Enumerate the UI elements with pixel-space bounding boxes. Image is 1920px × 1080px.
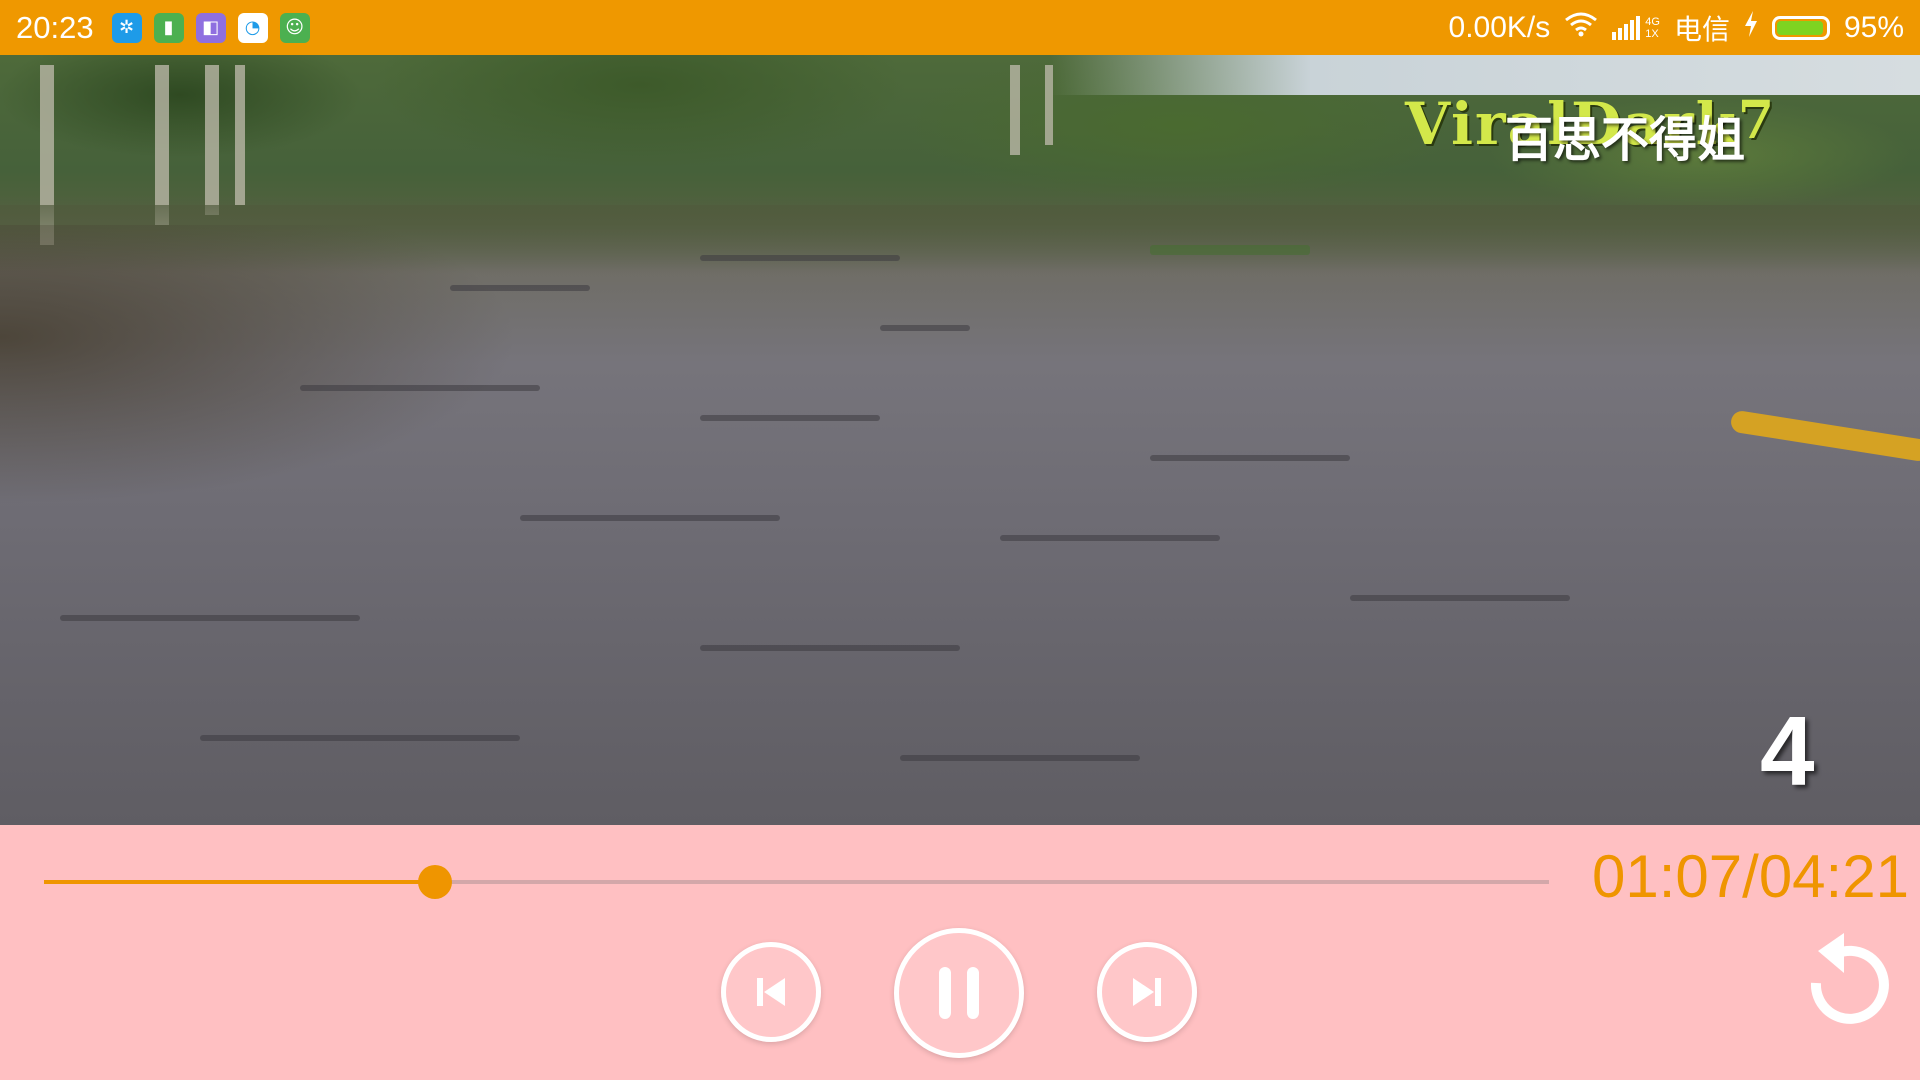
- video-player[interactable]: ViralDark7 百思不得姐 4: [0, 55, 1920, 825]
- episode-number: 4: [1760, 696, 1815, 806]
- sim-card-icon: ▮: [153, 12, 184, 43]
- pause-button[interactable]: [894, 928, 1024, 1058]
- status-bar-right: 0.00K/s 4G 1X 电信 95%: [1449, 8, 1904, 48]
- carrier-name: 电信: [1673, 12, 1730, 46]
- network-type-4g: 4G: [1645, 15, 1660, 28]
- time-display: 01:07/04:21: [1592, 843, 1909, 910]
- seek-progress: [44, 880, 436, 884]
- battery-level-fill: [1776, 20, 1823, 35]
- android-icon: ☺: [279, 12, 310, 43]
- purple-app-icon: ◧: [195, 12, 226, 43]
- floating-object: [1729, 409, 1920, 463]
- clock: 20:23: [16, 9, 94, 45]
- skip-next-icon: [1133, 978, 1161, 1006]
- network-type-1x: 1X: [1645, 27, 1659, 40]
- sync-app-icon: ◔: [237, 12, 268, 43]
- status-bar: 20:23 ✲ ▮ ◧ ◔ ☺ 0.00K/s 4G 1X 电信 95%: [0, 0, 1920, 55]
- network-speed: 0.00K/s: [1448, 10, 1551, 44]
- next-button[interactable]: [1097, 942, 1197, 1042]
- charging-icon: [1744, 11, 1758, 44]
- seek-thumb[interactable]: [418, 865, 453, 899]
- replay-icon: [1810, 933, 1889, 1024]
- playback-controls: 01:07/04:21: [0, 825, 1920, 1080]
- replay-button[interactable]: [1798, 929, 1898, 1029]
- previous-button[interactable]: [721, 942, 821, 1042]
- wifi-icon: [1564, 11, 1598, 44]
- watermark-baisibudejie: 百思不得姐: [1505, 114, 1746, 167]
- battery-icon: [1771, 15, 1830, 40]
- skip-previous-icon: [757, 978, 785, 1006]
- battery-percent: 95%: [1843, 10, 1904, 44]
- alipay-icon: ✲: [111, 12, 142, 43]
- signal-icon: 4G 1X: [1612, 15, 1660, 40]
- seek-bar[interactable]: [44, 865, 1549, 901]
- pause-icon: [939, 967, 979, 1019]
